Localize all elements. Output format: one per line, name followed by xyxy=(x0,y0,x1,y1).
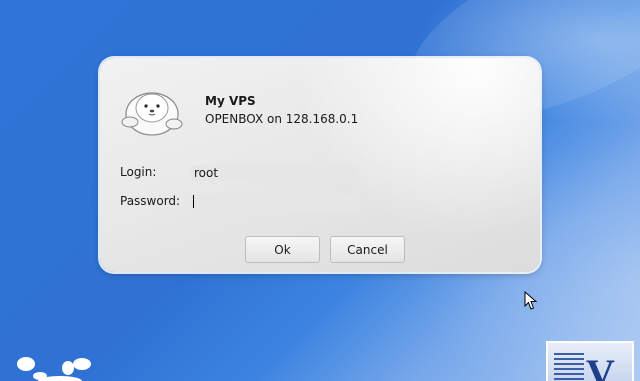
seal-icon xyxy=(121,92,183,136)
text-caret xyxy=(193,195,194,208)
dialog-title: My VPS xyxy=(205,94,256,108)
mouse-cursor-icon xyxy=(524,291,538,310)
v-logo-letter: V xyxy=(586,351,615,381)
dialog-subtitle: OPENBOX on 128.168.0.1 xyxy=(205,112,359,126)
v-logo-graphic: V xyxy=(554,351,615,381)
password-label: Password: xyxy=(120,194,181,208)
login-label: Login: xyxy=(120,165,157,179)
v-logo: V xyxy=(546,341,634,381)
desktop-decoration-shapes xyxy=(17,357,91,381)
login-dialog: My VPS OPENBOX on 128.168.0.1 Login: Pas… xyxy=(100,58,540,272)
login-input[interactable] xyxy=(191,165,359,181)
ok-button[interactable]: Ok xyxy=(245,236,320,263)
cancel-button[interactable]: Cancel xyxy=(330,236,405,263)
password-input[interactable] xyxy=(191,194,359,210)
